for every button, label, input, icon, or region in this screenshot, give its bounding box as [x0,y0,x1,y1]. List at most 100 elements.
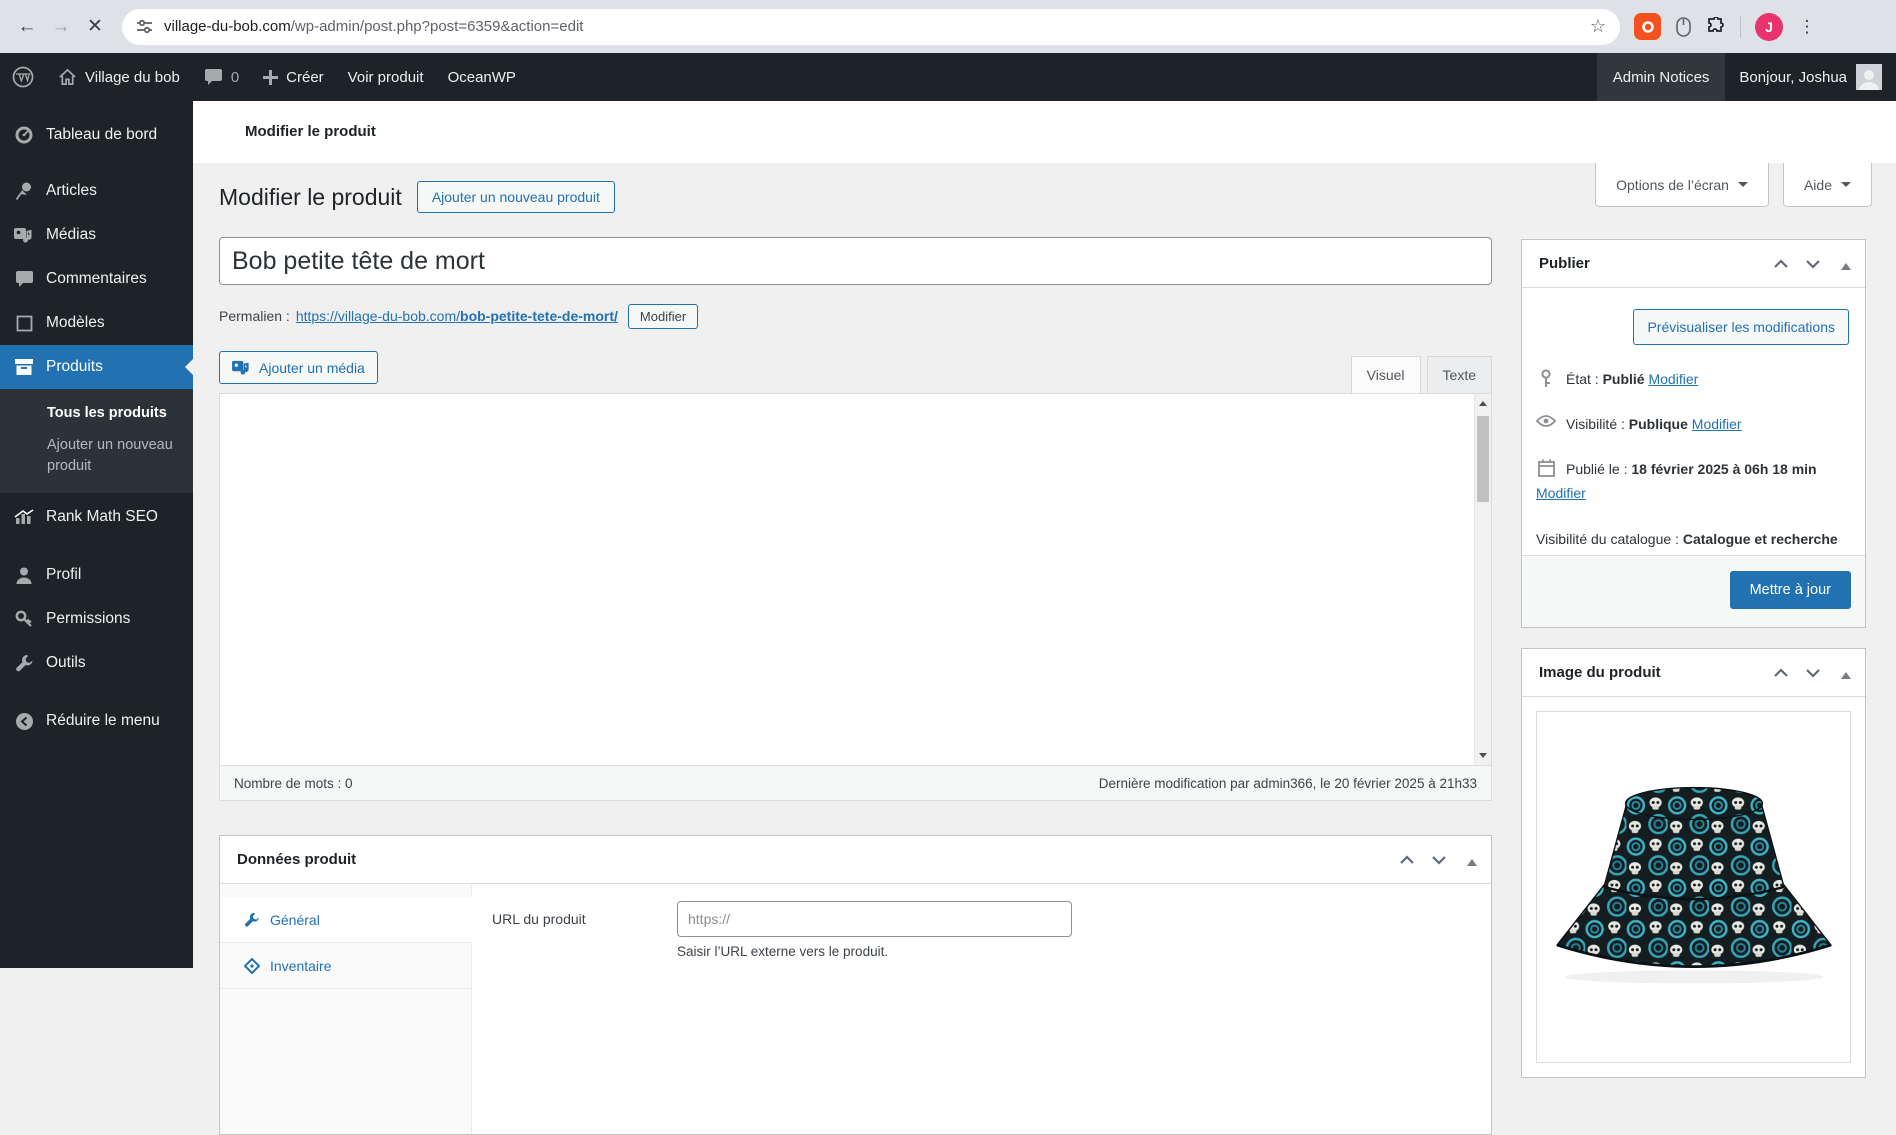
site-name-label: Village du bob [85,68,180,86]
edit-status-link[interactable]: Modifier [1648,371,1698,387]
screen-options-button[interactable]: Options de l’écran [1595,163,1769,207]
move-up-icon[interactable] [1773,667,1789,679]
sidebar-item-label: Produits [46,358,103,375]
sidebar-item-products[interactable]: Produits [0,345,193,389]
visibility-label: Visibilité : [1566,416,1625,432]
add-media-icon [232,359,251,376]
edit-published-link[interactable]: Modifier [1536,485,1586,501]
help-button[interactable]: Aide [1782,163,1872,207]
sidebar-item-label: Médias [46,226,96,243]
tab-text[interactable]: Texte [1426,356,1492,393]
panel-toggle-icon[interactable] [1841,667,1851,679]
permalink-url[interactable]: https://village-du-bob.com/bob-petite-te… [296,308,618,324]
add-media-button[interactable]: Ajouter un média [219,351,378,384]
site-info-icon[interactable] [136,18,153,35]
sidebar-item-rankmath[interactable]: Rank Math SEO [0,495,193,539]
comments-bubble-icon [204,68,223,86]
browser-chrome: ← → ✕ village-du-bob.com/wp-admin/post.p… [0,0,1896,53]
browser-menu-icon[interactable]: ⋮ [1797,18,1817,35]
move-up-icon[interactable] [1773,258,1789,270]
view-product-label: Voir produit [347,68,424,86]
sidebar-item-label: Profil [46,566,82,583]
extensions-puzzle-icon[interactable] [1706,16,1726,37]
update-button[interactable]: Mettre à jour [1729,571,1851,609]
product-url-input[interactable] [677,901,1072,937]
new-content-item[interactable]: Créer [251,53,336,101]
preview-changes-button[interactable]: Prévisualiser les modifications [1633,309,1849,345]
tab-general[interactable]: Général [220,897,473,943]
move-down-icon[interactable] [1431,854,1447,866]
product-data-tabs: Général Inventaire [220,885,473,1134]
key-icon [13,610,35,629]
oceanwp-item[interactable]: OceanWP [436,53,528,101]
oceanwp-label: OceanWP [447,68,516,86]
scroll-down-icon[interactable] [1475,748,1491,765]
sidebar-item-media[interactable]: Médias [0,213,193,257]
scrollbar-thumb[interactable] [1477,416,1489,502]
sidebar-item-profile[interactable]: Profil [0,553,193,597]
wp-logo-item[interactable] [0,53,46,101]
screen-options-label: Options de l’écran [1616,176,1729,193]
tab-visual[interactable]: Visuel [1350,356,1421,393]
panel-toggle-icon[interactable] [1841,258,1851,270]
edit-slug-button[interactable]: Modifier [627,303,699,329]
editor-scrollbar[interactable] [1474,394,1491,765]
admin-notices-label: Admin Notices [1612,68,1710,86]
sidebar-item-tools[interactable]: Outils [0,641,193,685]
move-down-icon[interactable] [1805,667,1821,679]
inventory-tag-icon [244,957,260,974]
forward-icon[interactable]: → [44,10,78,44]
extension-o-icon[interactable] [1634,13,1661,40]
mouse-extension-icon[interactable] [1675,16,1692,37]
move-up-icon[interactable] [1399,854,1415,866]
product-data-panel: Données produit Général Inventaire URL d… [219,835,1492,1135]
sidebar-item-dashboard[interactable]: Tableau de bord [0,113,193,157]
wp-admin-bar: Village du bob 0 Créer Voir produit Ocea… [0,53,1896,101]
product-image-thumbnail[interactable] [1536,711,1851,1063]
catalog-visibility-value: Catalogue et recherche [1682,531,1838,547]
template-icon [13,315,35,332]
sidebar-item-permissions[interactable]: Permissions [0,597,193,641]
calendar-icon [1536,459,1556,477]
move-down-icon[interactable] [1805,258,1821,270]
account-item[interactable]: Bonjour, Joshua [1725,53,1896,101]
published-value: 18 février 2025 à 06h 18 min [1631,461,1817,477]
status-value: Publié [1602,371,1645,387]
panel-toggle-icon[interactable] [1467,854,1477,866]
sidebar-item-label: Tableau de bord [46,126,158,143]
submenu-all-products[interactable]: Tous les produits [47,399,193,427]
sidebar-item-posts[interactable]: Articles [0,169,193,213]
content-editor[interactable] [219,393,1492,766]
wrench-icon [13,654,35,673]
main-content: Modifier le produit Options de l’écran A… [193,101,1896,1135]
browser-profile-avatar[interactable]: J [1755,12,1783,41]
publish-footer: Mettre à jour [1522,555,1865,627]
view-product-item[interactable]: Voir produit [336,53,436,101]
product-title-input[interactable] [219,237,1492,285]
bookmark-star-icon[interactable]: ☆ [1590,16,1606,37]
admin-notices-item[interactable]: Admin Notices [1596,53,1726,101]
last-modified: Dernière modification par admin366, le 2… [1098,775,1477,791]
stop-icon[interactable]: ✕ [78,10,112,44]
tab-inventory[interactable]: Inventaire [220,943,471,989]
comments-item[interactable]: 0 [192,53,251,101]
sidebar-item-templates[interactable]: Modèles [0,301,193,345]
wordpress-logo-icon [12,66,34,88]
scroll-up-icon[interactable] [1475,394,1491,411]
back-icon[interactable]: ← [10,10,44,44]
sidebar-item-comments[interactable]: Commentaires [0,257,193,301]
address-bar[interactable]: village-du-bob.com/wp-admin/post.php?pos… [122,8,1620,45]
sidebar-item-collapse[interactable]: Réduire le menu [0,699,193,743]
product-url-label: URL du produit [492,911,586,927]
bucket-hat-image [1555,786,1832,984]
permalink-label: Permalien : [219,308,290,324]
submenu-add-product[interactable]: Ajouter un nouveau produit [47,427,175,477]
add-new-product-button[interactable]: Ajouter un nouveau produit [416,181,615,213]
edit-visibility-link[interactable]: Modifier [1692,416,1742,432]
products-submenu: Tous les produits Ajouter un nouveau pro… [0,389,193,493]
permalink-base: https://village-du-bob.com/ [295,308,461,324]
sidebar-item-label: Rank Math SEO [46,508,158,525]
visibility-value: Publique [1628,416,1688,432]
site-name-item[interactable]: Village du bob [46,53,192,101]
admin-sidebar: Tableau de bord Articles Médias Commenta… [0,101,193,968]
